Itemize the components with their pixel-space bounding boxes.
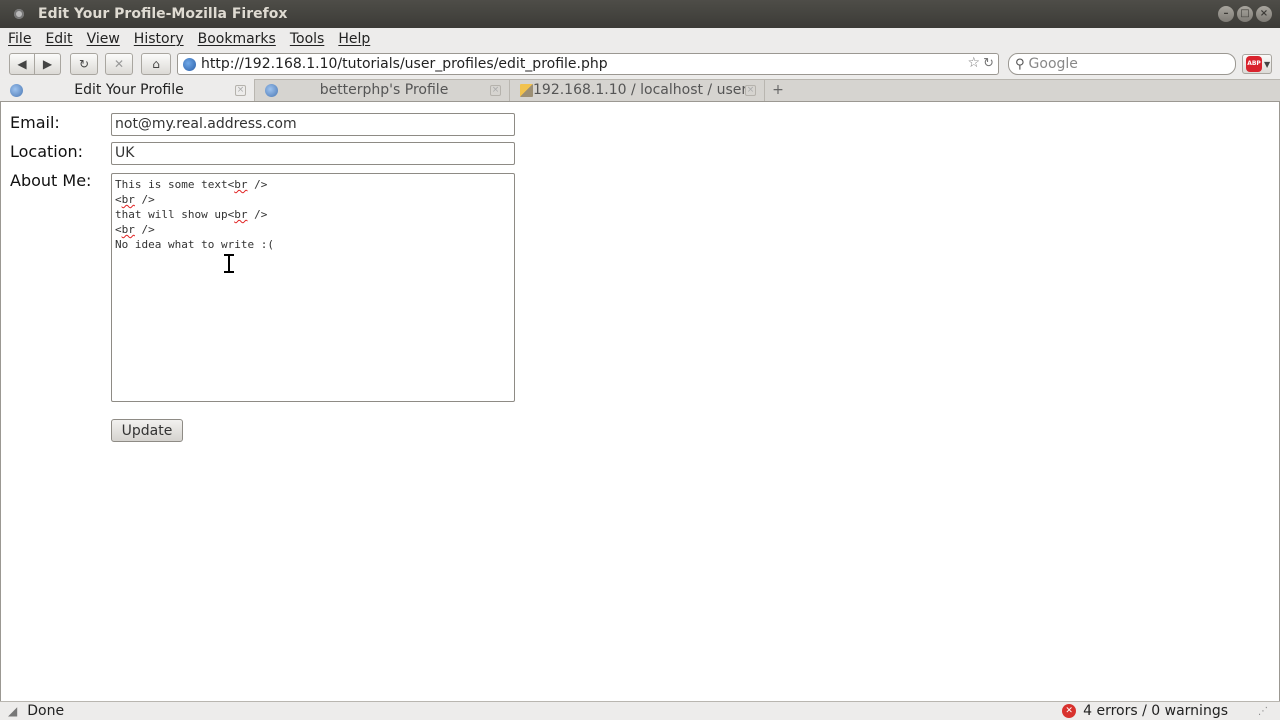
tab-phpmyadmin[interactable]: 192.168.1.10 / localhost / user... × [510,79,765,101]
tab-edit-profile[interactable]: Edit Your Profile × [0,79,255,101]
menu-help[interactable]: Help [338,31,370,47]
chevron-down-icon: ▼ [1264,59,1271,69]
page-content: Email: not@my.real.address.com Location:… [0,102,1280,701]
textarea-line: that will show up<br /> [115,208,268,221]
tab-betterphp-profile[interactable]: betterphp's Profile × [255,79,510,101]
menu-edit[interactable]: Edit [45,31,72,47]
status-bar: ◢ Done ✕ 4 errors / 0 warnings ⋰ [0,701,1280,720]
reload-go-icon[interactable]: ↻ [983,56,994,71]
window-controls: – □ × [1218,6,1272,22]
text-cursor-icon [223,254,235,273]
about-me-textarea[interactable]: This is some text<br /> <br /> that will… [111,173,515,402]
back-forward-group: ◀ ▶ [9,53,61,75]
tab-strip: Edit Your Profile × betterphp's Profile … [0,79,1280,102]
minimize-icon[interactable]: – [1218,6,1234,22]
textarea-line: This is some text<br /> [115,178,268,191]
forward-arrow-icon: ▶ [42,57,53,71]
stop-button[interactable]: ✕ [105,53,133,75]
stop-icon: ✕ [113,57,125,71]
search-icon[interactable]: ⚲ [1015,57,1025,72]
menu-view[interactable]: View [87,31,120,47]
tab-label: 192.168.1.10 / localhost / user... [533,82,745,98]
maximize-icon[interactable]: □ [1237,6,1253,22]
reload-icon: ↻ [78,57,90,71]
menu-history[interactable]: History [134,31,184,47]
adblock-icon: ABP [1246,56,1262,72]
tab-label: betterphp's Profile [319,82,449,98]
error-count: 4 errors / 0 warnings [1083,703,1228,719]
back-button[interactable]: ◀ [9,53,35,75]
menu-tools[interactable]: Tools [290,31,325,47]
update-button[interactable]: Update [111,419,183,442]
tab-close-icon[interactable]: × [745,84,756,96]
about-me-label: About Me: [10,171,92,190]
window-title: Edit Your Profile-Mozilla Firefox [38,6,288,22]
globe-icon [10,83,23,97]
search-input[interactable]: Google [1029,56,1078,72]
reload-button[interactable]: ↻ [70,53,98,75]
status-text: Done [27,703,65,719]
textarea-line: No idea what to write :( [115,238,274,251]
tab-close-icon[interactable]: × [235,84,246,96]
adblock-button[interactable]: ABP ▼ [1242,54,1272,74]
menu-bar: File Edit View History Bookmarks Tools H… [0,28,1280,50]
home-icon: ⌂ [152,57,160,71]
forward-button[interactable]: ▶ [35,53,61,75]
home-button[interactable]: ⌂ [141,53,171,75]
back-arrow-icon: ◀ [17,57,27,71]
window-titlebar: Edit Your Profile-Mozilla Firefox – □ × [0,0,1280,28]
navigation-toolbar: ◀ ▶ ↻ ✕ ⌂ http://192.168.1.10/tutorials/… [0,50,1280,78]
textarea-line: <br /> [115,223,155,236]
error-icon: ✕ [1062,704,1077,718]
bookmark-star-icon[interactable]: ☆ [967,55,980,71]
error-console-indicator[interactable]: ✕ 4 errors / 0 warnings [1062,703,1228,719]
location-label: Location: [10,142,84,161]
phpmyadmin-icon [520,83,533,97]
tab-close-icon[interactable]: × [490,84,501,96]
new-tab-button[interactable]: + [768,79,788,101]
url-bar[interactable]: http://192.168.1.10/tutorials/user_profi… [177,53,999,75]
status-signal-icon: ◢ [8,704,18,718]
site-identity-icon[interactable] [183,57,196,71]
close-icon[interactable]: × [1256,6,1272,22]
email-label: Email: [10,113,60,132]
location-field[interactable]: UK [111,142,515,165]
window-menu-icon[interactable] [14,9,24,19]
menu-file[interactable]: File [8,31,31,47]
email-field[interactable]: not@my.real.address.com [111,113,515,136]
url-text[interactable]: http://192.168.1.10/tutorials/user_profi… [201,56,608,72]
resize-grip-icon[interactable]: ⋰ [1258,706,1268,717]
tab-label: Edit Your Profile [74,82,184,98]
search-bar[interactable]: ⚲ Google [1008,53,1236,75]
textarea-line: <br /> [115,193,155,206]
menu-bookmarks[interactable]: Bookmarks [198,31,276,47]
globe-icon [265,83,278,97]
